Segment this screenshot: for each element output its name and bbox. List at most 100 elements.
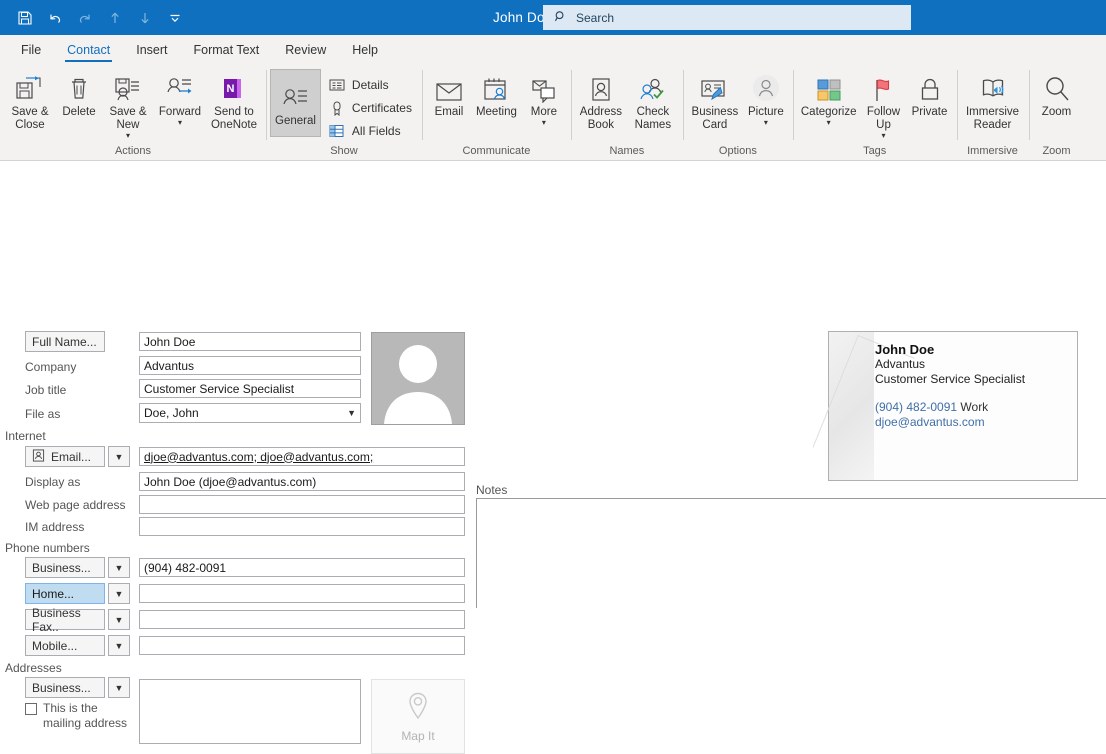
search-placeholder: Search — [576, 10, 615, 25]
phone-type-home-dropdown[interactable]: ▼ — [108, 583, 130, 604]
phone-type-home-button[interactable]: Home... — [25, 583, 105, 604]
phone-type-home-label: Home... — [32, 586, 75, 601]
phone-type-mobile-button[interactable]: Mobile... — [25, 635, 105, 656]
details-button[interactable]: Details — [325, 76, 416, 95]
meeting-button[interactable]: Meeting — [472, 69, 521, 119]
phone-business-fax-input[interactable] — [139, 610, 465, 629]
phone-business-input[interactable]: (904) 482-0091 — [139, 558, 465, 577]
chevron-down-icon[interactable]: ▾ — [881, 132, 885, 140]
send-to-onenote-button[interactable]: N Send to OneNote — [206, 69, 262, 132]
search-input[interactable]: Search — [543, 5, 911, 30]
chevron-down-icon: ▼ — [114, 614, 124, 625]
certificate-icon — [329, 100, 346, 117]
full-name-button[interactable]: Full Name... — [25, 331, 105, 352]
business-card-phone-label: Work — [960, 400, 989, 414]
delete-button[interactable]: Delete — [56, 69, 102, 119]
save-icon[interactable] — [10, 4, 40, 32]
title-bar: John Doe - Contact Search — [0, 0, 1106, 35]
zoom-button[interactable]: Zoom — [1033, 69, 1081, 119]
email-input[interactable]: djoe@advantus.com; djoe@advantus.com; — [139, 447, 465, 466]
tab-format-text[interactable]: Format Text — [181, 35, 273, 64]
private-label: Private — [911, 106, 948, 118]
check-names-icon — [638, 71, 668, 103]
phone-type-business-fax-dropdown[interactable]: ▼ — [108, 609, 130, 630]
ribbon-group-communicate: Email Meeting More ▾ Communicate — [421, 64, 571, 160]
phone-type-business-fax-button[interactable]: Business Fax.. — [25, 606, 105, 634]
notes-textarea[interactable] — [476, 498, 1106, 608]
company-input[interactable]: Advantus — [139, 356, 361, 375]
more-button[interactable]: More ▾ — [521, 69, 567, 127]
ribbon-group-show: General Details Certificates All Fields … — [266, 64, 422, 160]
customize-quick-access-toolbar-icon[interactable] — [160, 4, 190, 32]
chevron-down-icon[interactable]: ▾ — [178, 119, 182, 127]
all-fields-table-icon — [329, 123, 346, 140]
email-type-dropdown[interactable]: ▼ — [108, 446, 130, 467]
phone-mobile-input[interactable] — [139, 636, 465, 655]
phone-type-business-label: Business... — [32, 560, 91, 575]
phone-type-business-button[interactable]: Business... — [25, 557, 105, 578]
ribbon-group-label-communicate: Communicate — [462, 145, 531, 157]
phone-type-business-dropdown[interactable]: ▼ — [108, 557, 130, 578]
address-book-button[interactable]: Address Book — [575, 69, 627, 132]
chevron-down-icon[interactable]: ▾ — [827, 119, 831, 127]
full-name-button-label: Full Name... — [32, 334, 97, 349]
business-card-button[interactable]: Business Card — [687, 69, 743, 132]
all-fields-button[interactable]: All Fields — [325, 122, 416, 141]
phone-home-input[interactable] — [139, 584, 465, 603]
private-button[interactable]: Private — [907, 69, 953, 119]
business-card-preview[interactable]: John Doe Advantus Customer Service Speci… — [828, 331, 1078, 481]
save-and-close-button[interactable]: Save & Close — [4, 69, 56, 132]
quick-access-toolbar — [0, 4, 190, 32]
file-as-label: File as — [25, 407, 61, 421]
check-names-button[interactable]: Check Names — [627, 69, 679, 132]
categorize-button[interactable]: Categorize ▾ — [797, 69, 861, 127]
phone-type-mobile-dropdown[interactable]: ▼ — [108, 635, 130, 656]
job-title-input[interactable]: Customer Service Specialist — [139, 379, 361, 398]
chevron-down-icon: ▼ — [114, 562, 124, 573]
ribbon-group-label-actions: Actions — [114, 145, 152, 157]
display-as-label: Display as — [25, 475, 81, 489]
onenote-icon: N — [220, 71, 248, 103]
mailing-address-checkbox[interactable] — [25, 703, 37, 715]
tab-file[interactable]: File — [8, 35, 54, 64]
follow-up-button[interactable]: Follow Up ▾ — [861, 69, 907, 140]
immersive-reader-button[interactable]: Immersive Reader — [961, 69, 1025, 132]
tab-review[interactable]: Review — [272, 35, 339, 64]
certificates-button[interactable]: Certificates — [325, 99, 416, 118]
full-name-input[interactable]: John Doe — [139, 332, 361, 351]
chevron-down-icon[interactable]: ▾ — [542, 119, 546, 127]
save-and-new-icon — [113, 71, 143, 103]
chevron-down-icon[interactable]: ▼ — [347, 408, 356, 418]
map-it-label: Map It — [401, 729, 435, 743]
file-as-combobox[interactable]: Doe, John ▼ — [139, 403, 361, 423]
general-button[interactable]: General — [270, 69, 321, 137]
undo-icon[interactable] — [40, 4, 70, 32]
email-button[interactable]: Email — [426, 69, 472, 119]
display-as-input[interactable]: John Doe (djoe@advantus.com) — [139, 472, 465, 491]
address-input[interactable] — [139, 679, 361, 744]
follow-up-flag-icon — [871, 71, 897, 103]
chevron-down-icon[interactable]: ▾ — [126, 132, 130, 140]
chevron-down-icon[interactable]: ▾ — [764, 119, 768, 127]
svg-text:N: N — [227, 83, 235, 95]
map-it-button[interactable]: Map It — [371, 679, 465, 754]
address-type-dropdown[interactable]: ▼ — [108, 677, 130, 698]
forward-button[interactable]: Forward ▾ — [154, 69, 206, 127]
company-value: Advantus — [144, 358, 195, 373]
web-page-address-input[interactable] — [139, 495, 465, 514]
tab-insert[interactable]: Insert — [123, 35, 180, 64]
details-icon — [329, 77, 346, 94]
im-address-input[interactable] — [139, 517, 465, 536]
notes-value — [477, 499, 1106, 507]
tab-help[interactable]: Help — [339, 35, 391, 64]
address-type-button[interactable]: Business... — [25, 677, 105, 698]
picture-button[interactable]: Picture ▾ — [743, 69, 789, 127]
save-and-new-button[interactable]: Save & New ▾ — [102, 69, 154, 140]
email-contact-icon — [32, 448, 45, 465]
email-button[interactable]: Email... — [25, 446, 105, 467]
tab-contact[interactable]: Contact — [54, 35, 123, 64]
certificates-label: Certificates — [351, 101, 412, 115]
contact-form: Full Name... John Doe Company Advantus J… — [0, 161, 1106, 754]
address-type-label: Business... — [32, 680, 91, 695]
contact-photo[interactable] — [371, 332, 465, 425]
